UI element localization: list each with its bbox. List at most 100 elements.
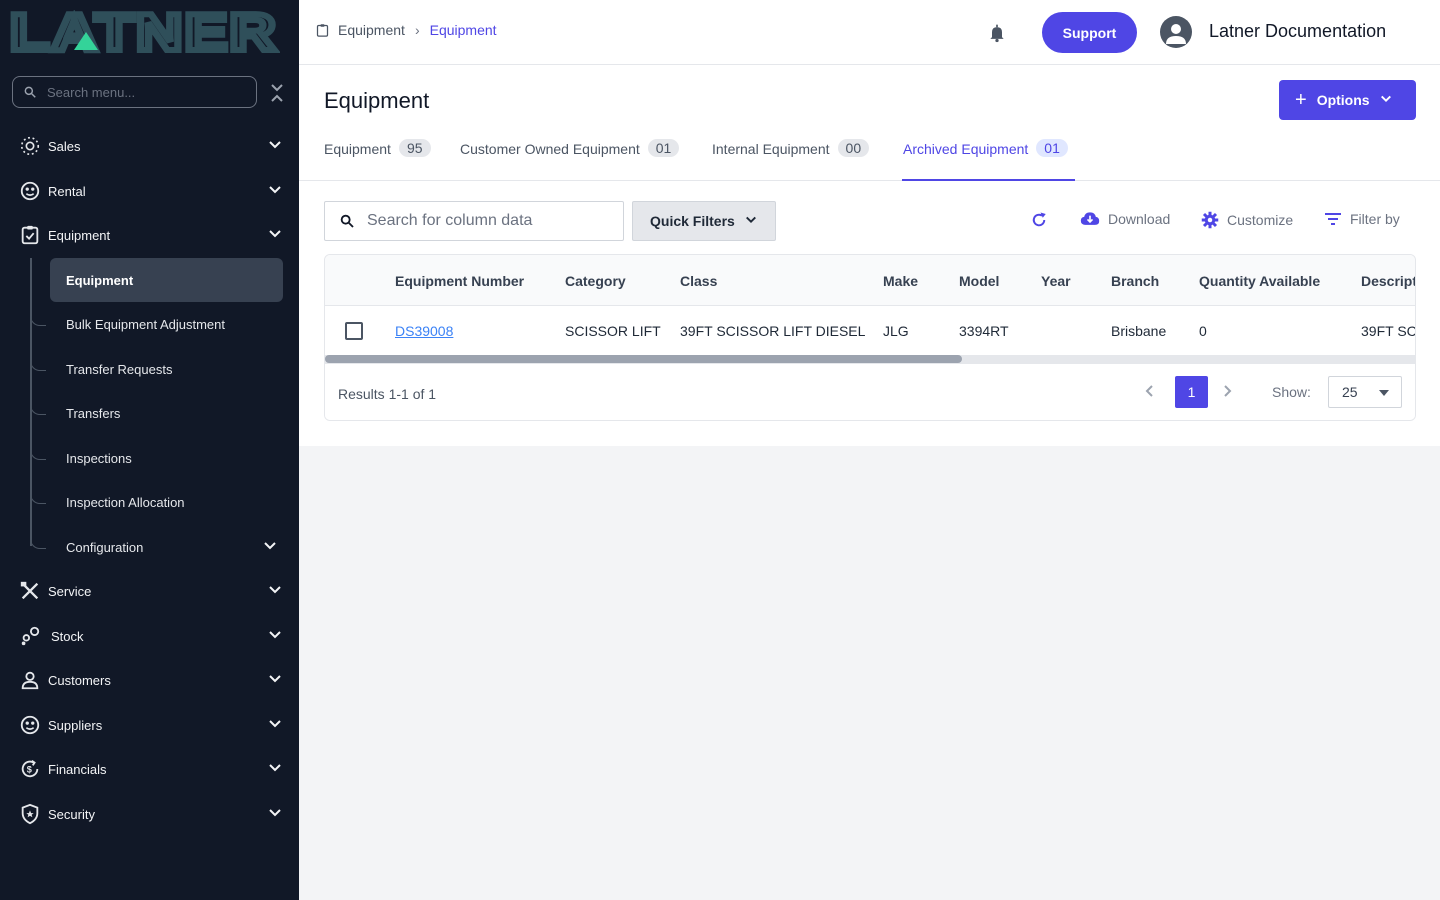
sidebar-item-label: Suppliers: [48, 717, 103, 733]
horizontal-scrollbar[interactable]: [325, 355, 1415, 363]
column-header-description[interactable]: Descript: [1361, 273, 1415, 289]
user-name[interactable]: Latner Documentation: [1209, 21, 1386, 42]
chevron-down-icon: [268, 227, 282, 244]
sidebar-subitem-inspections[interactable]: Inspections: [30, 436, 283, 480]
options-button[interactable]: + Options: [1279, 80, 1416, 120]
sidebar-subitem-bulk-equipment-adjustment[interactable]: Bulk Equipment Adjustment: [30, 302, 283, 346]
latner-logo[interactable]: LATNER: [7, 1, 280, 65]
chevron-down-icon: [268, 806, 282, 823]
sidebar-subitem-transfer-requests[interactable]: Transfer Requests: [30, 347, 283, 391]
row-checkbox[interactable]: [345, 322, 363, 340]
sidebar-item-label: Customers: [48, 672, 111, 688]
cell-quantity-available: 0: [1199, 323, 1207, 339]
customers-icon: [18, 668, 42, 692]
quick-filters-button[interactable]: Quick Filters: [632, 201, 776, 241]
tab-count-badge: 01: [1036, 139, 1068, 157]
sidebar-item-label: Financials: [48, 761, 107, 777]
sidebar-item-financials[interactable]: $ Financials: [18, 753, 286, 785]
sidebar-item-sales[interactable]: Sales: [18, 130, 286, 162]
sidebar-item-service[interactable]: Service: [18, 575, 286, 607]
cell-description: 39FT SC: [1361, 323, 1416, 339]
scrollbar-thumb[interactable]: [325, 355, 962, 363]
column-header-model[interactable]: Model: [959, 273, 999, 289]
financials-icon: $: [18, 757, 42, 781]
customize-button[interactable]: Customize: [1201, 211, 1293, 229]
sidebar-item-stock[interactable]: Stock: [18, 620, 286, 652]
filter-icon: [1325, 213, 1341, 225]
sidebar-subitem-label: Equipment: [66, 272, 134, 288]
chevron-left-icon[interactable]: [1145, 384, 1155, 403]
filter-by-label: Filter by: [1350, 211, 1400, 227]
equipment-number-link[interactable]: DS39008: [395, 323, 453, 339]
sidebar-subitem-equipment[interactable]: Equipment: [30, 258, 283, 302]
column-header-category[interactable]: Category: [565, 273, 626, 289]
tab-archived-equipment[interactable]: Archived Equipment 01: [902, 139, 1075, 181]
sidebar-subitem-configuration[interactable]: Configuration: [30, 525, 283, 569]
tab-label: Customer Owned Equipment: [460, 141, 640, 157]
sidebar-subitem-label: Bulk Equipment Adjustment: [66, 316, 225, 332]
tab-equipment[interactable]: Equipment 95: [324, 139, 431, 181]
sidebar-item-rental[interactable]: Rental: [18, 175, 286, 207]
chevron-down-icon: [268, 717, 282, 734]
column-header-make[interactable]: Make: [883, 273, 918, 289]
sidebar-item-customers[interactable]: Customers: [18, 664, 286, 696]
column-header-quantity-available[interactable]: Quantity Available: [1199, 273, 1320, 289]
cloud-download-icon: [1080, 212, 1100, 225]
search-icon: [24, 86, 36, 98]
svg-text:LATNER: LATNER: [10, 10, 278, 54]
refresh-icon[interactable]: [1030, 211, 1056, 229]
column-header-equipment-number[interactable]: Equipment Number: [395, 273, 524, 289]
chevron-down-icon: [268, 672, 282, 689]
support-button[interactable]: Support: [1042, 12, 1137, 53]
bell-icon[interactable]: [987, 22, 1007, 49]
clipboard-icon: [316, 23, 329, 37]
chevron-down-icon: [268, 183, 282, 200]
column-search-input[interactable]: Search for column data: [324, 201, 624, 241]
breadcrumb-equipment-link[interactable]: Equipment: [338, 22, 405, 38]
breadcrumb: Equipment › Equipment: [315, 22, 497, 38]
table-row[interactable]: DS39008 SCISSOR LIFT 39FT SCISSOR LIFT D…: [325, 306, 1416, 355]
equipment-icon: [18, 223, 42, 247]
page-title: Equipment: [324, 88, 430, 113]
sales-icon: [18, 134, 42, 158]
column-header-year[interactable]: Year: [1041, 273, 1071, 289]
chevron-down-icon: [268, 628, 282, 645]
sidebar-search-placeholder: Search menu...: [47, 84, 136, 100]
tab-internal-equipment[interactable]: Internal Equipment 00: [712, 139, 870, 181]
cell-category: SCISSOR LIFT: [565, 323, 661, 339]
cell-branch: Brisbane: [1111, 323, 1167, 339]
avatar[interactable]: [1160, 16, 1192, 48]
download-button[interactable]: Download: [1080, 211, 1170, 227]
sidebar-item-label: Service: [48, 583, 92, 599]
sidebar-item-security[interactable]: Security: [18, 798, 286, 830]
caret-down-icon: [1379, 390, 1389, 396]
tab-count-badge: 00: [837, 139, 870, 157]
top-bar: Equipment › Equipment Support Latner Doc…: [299, 0, 1440, 65]
sidebar-subitem-transfers[interactable]: Transfers: [30, 391, 283, 435]
column-search-placeholder: Search for column data: [367, 212, 533, 229]
search-icon: [340, 214, 354, 228]
table-footer: Results 1-1 of 1 1 Show: 25: [325, 363, 1415, 420]
chevron-right-icon: ›: [414, 22, 420, 38]
sidebar-item-suppliers[interactable]: Suppliers: [18, 709, 286, 741]
chevron-right-icon[interactable]: [1222, 384, 1232, 403]
sidebar-item-equipment[interactable]: Equipment: [18, 219, 286, 251]
suppliers-icon: [18, 713, 42, 737]
sidebar-item-label: Equipment: [48, 227, 111, 243]
chevron-down-icon: [745, 213, 757, 229]
column-header-class[interactable]: Class: [680, 273, 717, 289]
chevron-down-icon: [268, 761, 282, 778]
page-size-select[interactable]: 25: [1328, 376, 1402, 408]
filter-by-button[interactable]: Filter by: [1324, 211, 1400, 227]
sidebar-search-input[interactable]: Search menu...: [12, 76, 257, 108]
page-header: Equipment + Options Equipment 95 Custome…: [299, 65, 1440, 181]
collapse-sidebar-icon[interactable]: [268, 82, 286, 104]
column-header-branch[interactable]: Branch: [1111, 273, 1159, 289]
sidebar-subitem-inspection-allocation[interactable]: Inspection Allocation: [30, 480, 283, 524]
tab-customer-owned-equipment[interactable]: Customer Owned Equipment 01: [460, 139, 680, 181]
page-number-button[interactable]: 1: [1175, 376, 1208, 408]
tab-label: Equipment: [324, 141, 391, 157]
sidebar: LATNER Search menu... Sales Rental Equip…: [0, 0, 299, 900]
tab-count-badge: 95: [398, 139, 431, 157]
chevron-down-icon: [263, 539, 277, 556]
